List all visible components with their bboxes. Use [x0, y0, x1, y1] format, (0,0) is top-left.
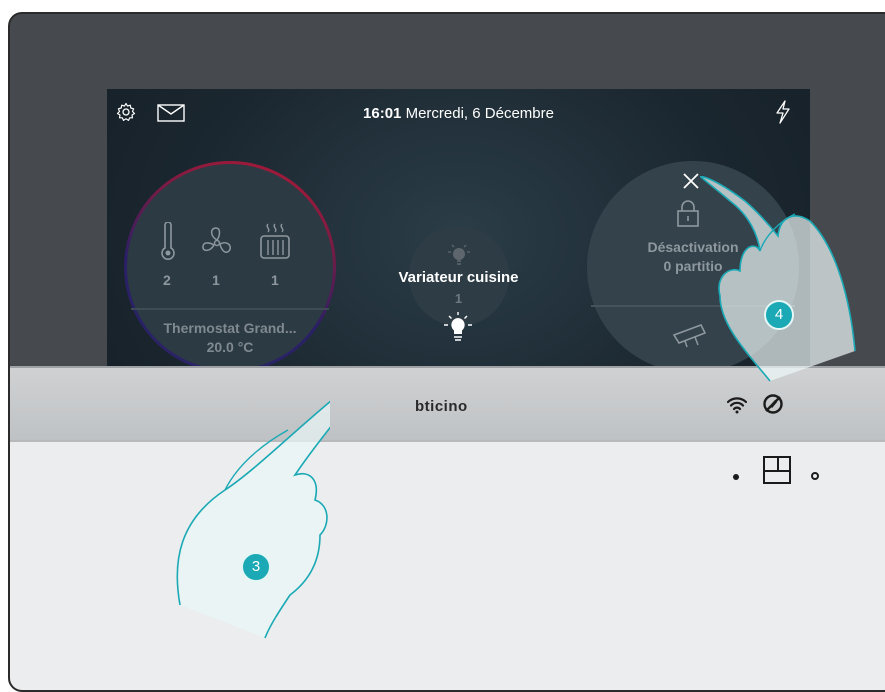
light-bulb-dim-icon [448, 244, 470, 265]
step-badge-4: 4 [764, 300, 794, 330]
clock-time: 16:01 [363, 105, 402, 122]
fan-icon [202, 227, 232, 254]
lower-panel [10, 440, 885, 690]
sensor-led [733, 474, 739, 480]
thermostat-label: Thermostat Grand... 20.0 °C [127, 319, 333, 357]
thermometer-icon [161, 222, 175, 260]
hand-pointer-close [700, 176, 856, 382]
close-icon[interactable] [683, 173, 699, 189]
thermostat-tile[interactable]: 2 1 1 Thermostat Grand... 20.0 °C [124, 161, 336, 373]
camera-lens-icon [811, 472, 819, 480]
clock-date: Mercredi, 6 Décembre [405, 105, 554, 122]
radiator-icon [260, 223, 290, 259]
step-badge-3: 3 [241, 552, 271, 582]
status-bar: 16:01 Mercredi, 6 Décembre [107, 89, 810, 133]
home-button-icon[interactable] [763, 456, 791, 484]
hand-pointer-slider [176, 400, 330, 639]
brand-logo: bticino [415, 398, 468, 415]
tile-divider [131, 308, 329, 310]
date-time: 16:01 Mercredi, 6 Décembre [107, 105, 810, 122]
power-bolt-icon[interactable] [774, 100, 792, 129]
thermostat-temperature: 20.0 °C [206, 339, 254, 355]
light-bulb-icon [444, 312, 472, 341]
thermostat-name: Thermostat Grand... [163, 320, 297, 336]
muted-bell-icon [763, 394, 783, 414]
wifi-icon [726, 397, 748, 414]
lock-icon [677, 200, 699, 227]
